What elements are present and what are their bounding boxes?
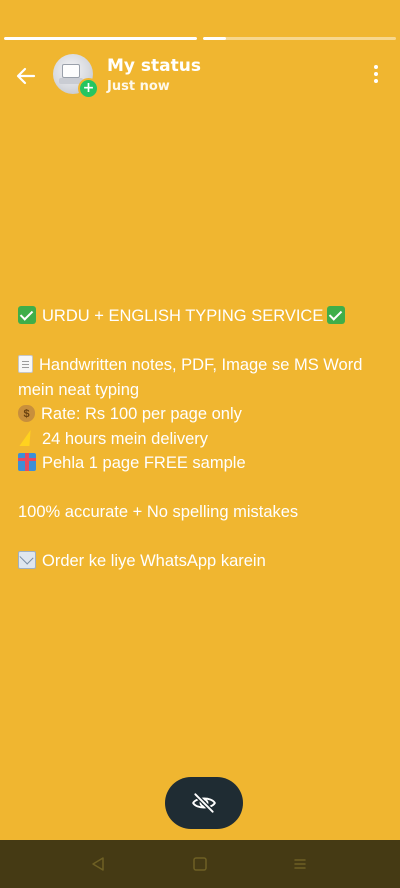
progress-fill-2	[203, 37, 227, 40]
back-button[interactable]	[10, 60, 42, 92]
arrow-left-icon	[16, 67, 36, 85]
eye-off-icon	[192, 792, 216, 814]
rate-text: Rate: Rs 100 per page only	[41, 405, 242, 423]
lightning-icon	[18, 429, 36, 447]
status-line-service: Handwritten notes, PDF, Image se MS Word…	[18, 353, 383, 402]
progress-segment-1	[4, 37, 197, 40]
menu-dot	[374, 79, 378, 83]
status-header: + My status Just now	[0, 52, 400, 100]
page-title: My status	[107, 56, 201, 76]
more-vertical-icon[interactable]	[368, 62, 384, 86]
check-mark-icon	[327, 306, 346, 324]
accuracy-text: 100% accurate + No spelling mistakes	[18, 503, 299, 521]
nav-home-button[interactable]	[190, 854, 210, 874]
nav-home-icon	[193, 857, 207, 871]
envelope-icon	[18, 551, 36, 569]
nav-menu-icon	[294, 859, 306, 869]
delivery-text: 24 hours mein delivery	[42, 429, 208, 448]
service-text: Handwritten notes, PDF, Image se MS Word…	[18, 356, 363, 399]
progress-segment-2	[203, 37, 396, 40]
status-line-rate: Rate: Rs 100 per page only	[18, 402, 383, 427]
gift-icon	[18, 453, 36, 471]
sample-text: Pehla 1 page FREE sample	[42, 454, 246, 472]
order-text: Order ke liye WhatsApp karein	[42, 552, 266, 570]
avatar-image	[62, 64, 80, 78]
menu-dot	[374, 65, 378, 69]
add-status-icon[interactable]: +	[78, 78, 99, 99]
status-line-order: Order ke liye WhatsApp karein	[18, 549, 383, 574]
progress-fill-1	[4, 37, 197, 40]
status-line-accuracy: 100% accurate + No spelling mistakes	[18, 500, 383, 525]
system-nav-bar	[0, 840, 400, 888]
hide-views-button[interactable]	[165, 777, 243, 829]
nav-menu-button[interactable]	[290, 854, 310, 874]
nav-back-button[interactable]	[88, 854, 108, 874]
status-text: URDU + ENGLISH TYPING SERVICE Handwritte…	[18, 304, 383, 574]
status-line-delivery: 24 hours mein delivery	[18, 427, 383, 452]
status-progress	[4, 37, 396, 40]
status-line-heading: URDU + ENGLISH TYPING SERVICE	[18, 304, 383, 329]
nav-back-icon	[92, 857, 104, 871]
check-mark-icon	[18, 306, 36, 324]
menu-dot	[374, 72, 378, 76]
heading-text: URDU + ENGLISH TYPING SERVICE	[42, 307, 324, 325]
document-icon	[18, 355, 33, 373]
status-timestamp: Just now	[107, 79, 170, 94]
money-bag-icon	[18, 405, 35, 423]
status-line-sample: Pehla 1 page FREE sample	[18, 451, 383, 476]
